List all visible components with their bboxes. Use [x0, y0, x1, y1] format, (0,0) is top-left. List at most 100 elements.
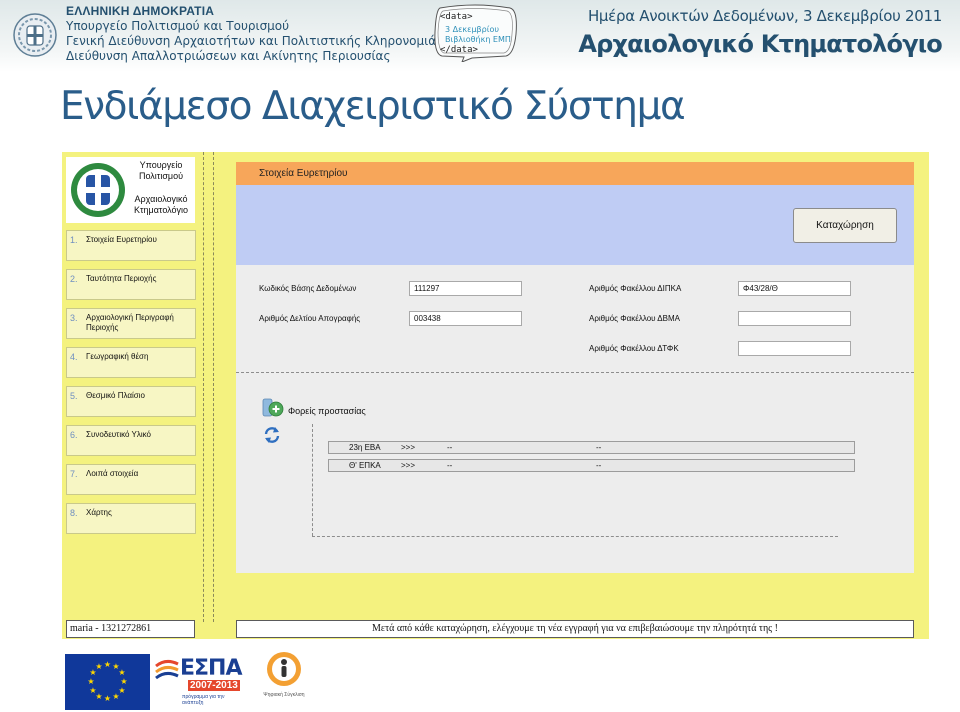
nav-label: Γεωγραφική θέση [86, 352, 149, 361]
sidebar-item-other-info[interactable]: 7. Λοιπά στοιχεία [66, 464, 196, 495]
dvma-label: Αριθμός Φακέλλου ΔΒΜΑ [589, 314, 680, 323]
digital-convergence-icon [267, 652, 301, 686]
form-panel: Στοιχεία Ευρετηρίου Καταχώρηση Κωδικός Β… [236, 162, 914, 573]
ministry-heading: ΕΛΛΗΝΙΚΗ ΔΗΜΟΚΡΑΤΙΑ Υπουργείο Πολιτισμού… [66, 4, 443, 64]
data-line-2: Βιβλιοθήκη ΕΜΠ [445, 35, 511, 44]
nav-label: Αρχαιολογική Περιγραφή Περιοχής [86, 313, 174, 332]
dipka-label: Αριθμός Φακέλλου ΔΙΠΚΑ [589, 284, 682, 293]
inventory-input[interactable] [409, 311, 522, 326]
nav-number: 3. [70, 313, 78, 323]
sidebar-item-map[interactable]: 8. Χάρτης [66, 503, 196, 534]
eu-stars-icon: ★ ★★ ★★★ ★★★ ★★★ [87, 660, 127, 703]
inventory-label: Αριθμός Δελτίου Απογραφής [259, 314, 361, 323]
dtfk-label: Αριθμός Φακέλλου ΔΤΦΚ [589, 344, 679, 353]
sidebar-divider-2 [213, 152, 214, 622]
data-open-tag: <data> [440, 12, 473, 22]
project-title: Αρχαιολογικό Κτηματολόγιο [578, 30, 942, 58]
ministry-emblem-icon [71, 163, 125, 217]
nav-number: 8. [70, 508, 78, 518]
logo-line-2: Πολιτισμού [138, 171, 184, 181]
agency-col-1: -- [447, 443, 453, 452]
ministry-line-1: Υπουργείο Πολιτισμού και Τουρισμού [66, 19, 290, 33]
add-group-icon[interactable] [261, 396, 285, 420]
nav-label: Χάρτης [86, 508, 112, 517]
data-line-1: 3 Δεκεμβρίου [445, 25, 499, 34]
svg-text:★: ★ [120, 677, 127, 686]
logo-line-3: Αρχαιολογικό [134, 194, 188, 204]
greek-emblem-icon [13, 13, 57, 57]
sidebar-divider [203, 152, 204, 622]
svg-text:★: ★ [104, 660, 111, 669]
agency-row[interactable]: Θ' ΕΠΚΑ >>> -- -- [328, 459, 855, 472]
logo-line-1: Υπουργείο [139, 160, 183, 170]
sidebar-item-index[interactable]: 1. Στοιχεία Ευρετηρίου [66, 230, 196, 261]
dipka-input[interactable] [738, 281, 851, 296]
nav-label: Στοιχεία Ευρετηρίου [86, 235, 157, 244]
app-logo: Υπουργείο Πολιτισμού Αρχαιολογικό Κτηματ… [66, 157, 195, 223]
nav-number: 5. [70, 391, 78, 401]
open-data-bubble: <data> 3 Δεκεμβρίου Βιβλιοθήκη ΕΜΠ </dat… [432, 4, 518, 62]
eu-flag-icon: ★ ★ ★ ★ ★ ★ ★ ★ ★ ★ ★ ★ [65, 654, 150, 710]
svg-text:★: ★ [112, 692, 119, 701]
nav-label: Λοιπά στοιχεία [86, 469, 139, 478]
agency-name: 23η ΕΒΑ [349, 443, 381, 452]
espa-swoosh-icon [155, 659, 179, 680]
espa-tagline: πρόγραμμα για την ανάπτυξη [182, 694, 225, 706]
nav-label: Συνοδευτικό Υλικό [86, 430, 151, 439]
submit-button[interactable]: Καταχώρηση [793, 208, 897, 243]
agency-name: Θ' ΕΠΚΑ [349, 461, 381, 470]
digital-convergence-logo: Ψηφιακή Σύγκλιση [258, 650, 310, 708]
logo-line-4: Κτηματολόγιο [133, 205, 189, 215]
db-code-input[interactable] [409, 281, 522, 296]
ministry-line-0: ΕΛΛΗΝΙΚΗ ΔΗΜΟΚΡΑΤΙΑ [66, 4, 215, 18]
sublist-divider [312, 424, 313, 536]
sidebar-item-legal-framework[interactable]: 5. Θεσμικό Πλαίσιο [66, 386, 196, 417]
sidebar-item-geographic-location[interactable]: 4. Γεωγραφική θέση [66, 347, 196, 378]
svg-text:★: ★ [87, 677, 94, 686]
ministry-line-3: Διεύθυνση Απαλλοτριώσεων και Ακίνητης Πε… [66, 49, 391, 63]
espa-years: 2007-2013 [188, 680, 240, 691]
svg-text:★: ★ [118, 668, 125, 677]
section-separator [236, 372, 914, 373]
nav-label: Ταυτότητα Περιοχής [86, 274, 157, 283]
nav-number: 2. [70, 274, 78, 284]
db-code-label: Κωδικός Βάσης Δεδομένων [259, 284, 357, 293]
user-separator: - [92, 623, 102, 634]
user-status: maria - 1321272861 [66, 620, 195, 638]
agency-arrow: >>> [401, 461, 416, 470]
nav-label: Θεσμικό Πλαίσιο [86, 391, 145, 400]
svg-text:★: ★ [89, 686, 96, 695]
agency-col-2: -- [596, 443, 602, 452]
svg-text:★: ★ [95, 662, 102, 671]
sublist-bottom-line [312, 536, 838, 537]
user-name: maria [70, 623, 93, 634]
sidebar-item-archaeological-description[interactable]: 3. Αρχαιολογική Περιγραφή Περιοχής [66, 308, 196, 339]
protection-agencies-label: Φορείς προστασίας [288, 406, 366, 416]
agency-col-2: -- [596, 461, 602, 470]
status-message: Μετά από κάθε καταχώρηση, ελέγχουμε τη ν… [236, 620, 914, 638]
ministry-line-2: Γενική Διεύθυνση Αρχαιοτήτων και Πολιτισ… [66, 34, 444, 48]
dtfk-input[interactable] [738, 341, 851, 356]
espa-logo: ΕΣΠΑ 2007-2013 πρόγραμμα για την ανάπτυξ… [154, 656, 246, 706]
refresh-icon[interactable] [263, 426, 281, 444]
slide-title: Ενδιάμεσο Διαχειριστικό Σύστημα [60, 84, 686, 129]
nav-number: 7. [70, 469, 78, 479]
sidebar-item-area-identity[interactable]: 2. Ταυτότητα Περιοχής [66, 269, 196, 300]
espa-title: ΕΣΠΑ [180, 656, 242, 681]
nav-number: 1. [70, 235, 78, 245]
data-close-tag: </data> [440, 45, 478, 55]
section-header: Στοιχεία Ευρετηρίου [236, 162, 914, 185]
dvma-input[interactable] [738, 311, 851, 326]
svg-text:★: ★ [104, 694, 111, 703]
session-id: 1321272861 [101, 623, 152, 634]
event-title: Ημέρα Ανοικτών Δεδομένων, 3 Δεκεμβρίου 2… [587, 7, 942, 25]
management-app-window: Υπουργείο Πολιτισμού Αρχαιολογικό Κτηματ… [62, 152, 929, 639]
agency-arrow: >>> [401, 443, 416, 452]
agency-col-1: -- [447, 461, 453, 470]
section-title: Στοιχεία Ευρετηρίου [259, 168, 348, 179]
digital-convergence-text: Ψηφιακή Σύγκλιση [263, 692, 305, 698]
sidebar-item-attachments[interactable]: 6. Συνοδευτικό Υλικό [66, 425, 196, 456]
nav-number: 6. [70, 430, 78, 440]
agency-row[interactable]: 23η ΕΒΑ >>> -- -- [328, 441, 855, 454]
nav-number: 4. [70, 352, 78, 362]
